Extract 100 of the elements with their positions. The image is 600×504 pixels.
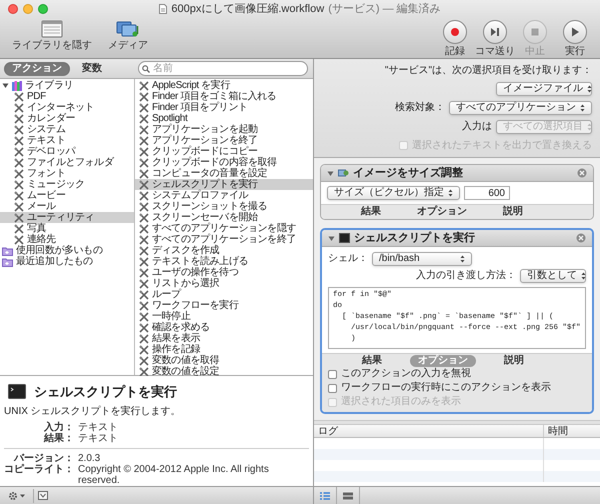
- action-item[interactable]: Finder 項目をゴミ箱に入れる: [135, 91, 313, 102]
- tools-icon: [14, 212, 24, 222]
- updown-icon: [587, 85, 592, 93]
- action-item[interactable]: テキストを読み上げる: [135, 256, 313, 267]
- tab[interactable]: 説明: [496, 355, 532, 367]
- tools-icon: [139, 146, 149, 156]
- action-item[interactable]: 結果を表示: [135, 333, 313, 344]
- action-item[interactable]: Spotlight: [135, 113, 313, 124]
- list-icon: [320, 492, 330, 500]
- tree-item[interactable]: ユーティリティ: [0, 212, 134, 223]
- action-item[interactable]: Finder 項目をプリント: [135, 102, 313, 113]
- tab[interactable]: 結果: [353, 206, 389, 218]
- action-item[interactable]: リストから選択: [135, 278, 313, 289]
- close-button[interactable]: [8, 4, 18, 14]
- tree-item[interactable]: カレンダー: [0, 113, 134, 124]
- action-item[interactable]: スクリーンセーバを開始: [135, 212, 313, 223]
- tree-item[interactable]: テキスト: [0, 135, 134, 146]
- action-item[interactable]: クリップボードの内容を取得: [135, 157, 313, 168]
- tools-icon: [14, 102, 24, 112]
- action-item[interactable]: シェルスクリプトを実行: [135, 179, 313, 190]
- field-label: 結果：: [42, 432, 74, 444]
- shell-popup[interactable]: /bin/bash: [372, 252, 472, 266]
- tree-item[interactable]: システム: [0, 124, 134, 135]
- toolbar-button[interactable]: ライブラリを隠す: [8, 20, 96, 51]
- tools-icon: [139, 158, 149, 168]
- action-item[interactable]: アプリケーションを起動: [135, 124, 313, 135]
- field-label: コピーライト：: [4, 464, 74, 476]
- tree-item[interactable]: 写真: [0, 223, 134, 234]
- toolbar-button[interactable]: メディア: [104, 20, 152, 51]
- tools-icon: [139, 92, 149, 102]
- tools-icon: [14, 158, 24, 168]
- search-field[interactable]: 名前: [138, 61, 308, 76]
- tree-item[interactable]: フォント: [0, 168, 134, 179]
- tools-icon: [139, 290, 149, 300]
- application-popup[interactable]: すべてのアプリケーション: [449, 100, 592, 114]
- size-popup[interactable]: サイズ（ピクセル）指定: [327, 186, 460, 200]
- action-item[interactable]: 変数の値を設定: [135, 366, 313, 377]
- search-icon: [142, 65, 150, 73]
- tree-item[interactable]: メール: [0, 201, 134, 212]
- tools-icon: [139, 224, 149, 234]
- tree-item[interactable]: インターネット: [0, 102, 134, 113]
- field-label: バージョン：: [12, 452, 74, 464]
- tree-item[interactable]: 使用回数が多いもの: [0, 245, 134, 256]
- action-item[interactable]: コンピュータの音量を設定: [135, 168, 313, 179]
- tab[interactable]: アクション: [4, 62, 70, 76]
- action-item[interactable]: クリップボードにコピー: [135, 146, 313, 157]
- field-label: 入力：: [43, 422, 74, 432]
- tab[interactable]: オプション: [409, 206, 475, 218]
- terminal-icon: [8, 384, 26, 400]
- action-item[interactable]: すべてのアプリケーションを隠す: [135, 223, 313, 234]
- tree-item[interactable]: デベロッパ: [0, 146, 134, 157]
- action-item[interactable]: ワークフローを実行: [135, 300, 313, 311]
- tools-icon: [139, 322, 149, 332]
- action-item[interactable]: 変数の値を取得: [135, 355, 313, 366]
- field-label: 入力の引き渡し方法：: [416, 268, 516, 283]
- tools-icon: [14, 146, 24, 156]
- action-item[interactable]: 一時停止: [135, 311, 313, 322]
- tab[interactable]: 変数: [74, 62, 110, 76]
- size-field[interactable]: 600: [464, 186, 510, 200]
- tools-icon: [139, 202, 149, 212]
- toolbar-button[interactable]: コマ送り: [478, 20, 512, 57]
- tools-icon: [139, 80, 149, 90]
- action-item[interactable]: ユーザの操作を待つ: [135, 267, 313, 278]
- tree-item[interactable]: ムービー: [0, 190, 134, 201]
- action-item[interactable]: 確認を求める: [135, 322, 313, 333]
- tree-item[interactable]: PDF: [0, 91, 134, 102]
- toolbar-button[interactable]: 実行: [558, 20, 592, 57]
- checkbox[interactable]: [328, 370, 337, 378]
- minimize-button[interactable]: [23, 4, 33, 14]
- tree-item[interactable]: ミュージック: [0, 179, 134, 190]
- input-type-popup[interactable]: イメージファイル: [496, 82, 592, 96]
- action-item[interactable]: AppleScript を実行: [135, 80, 313, 91]
- tools-icon: [139, 278, 149, 288]
- field-value: テキスト: [78, 432, 119, 444]
- action-item[interactable]: ループ: [135, 289, 313, 300]
- action-item[interactable]: システムプロファイル: [135, 190, 313, 201]
- pass-input-popup[interactable]: 引数として: [520, 268, 586, 282]
- tab[interactable]: 説明: [495, 206, 531, 218]
- zoom-button[interactable]: [38, 4, 48, 14]
- field-value: Copyright © 2004-2012 Apple Inc. All rights reserved.: [78, 464, 270, 486]
- action-item[interactable]: すべてのアプリケーションを終了: [135, 234, 313, 245]
- panel-icon: [38, 491, 48, 500]
- tree-item[interactable]: ファイルとフォルダ: [0, 157, 134, 168]
- updown-icon: [587, 122, 592, 130]
- action-item[interactable]: アプリケーションを終了: [135, 135, 313, 146]
- toolbar-button[interactable]: 記録: [438, 20, 472, 57]
- tools-icon: [139, 234, 149, 244]
- action-item[interactable]: 操作を記録: [135, 344, 313, 355]
- field-value: 2.0.3: [78, 452, 102, 464]
- tree-item[interactable]: 連絡先: [0, 234, 134, 245]
- column-header[interactable]: 時間: [544, 425, 600, 437]
- action-item[interactable]: スクリーンショットを撮る: [135, 201, 313, 212]
- tree-item[interactable]: 最近追加したもの: [0, 256, 134, 267]
- action-item[interactable]: ディスクを作成: [135, 245, 313, 256]
- column-header[interactable]: ログ: [314, 425, 544, 437]
- close-icon: [577, 168, 587, 178]
- tab[interactable]: 結果: [354, 355, 390, 367]
- tools-icon: [14, 114, 24, 124]
- checkbox[interactable]: [328, 384, 337, 392]
- tree-item[interactable]: ライブラリ: [0, 80, 134, 91]
